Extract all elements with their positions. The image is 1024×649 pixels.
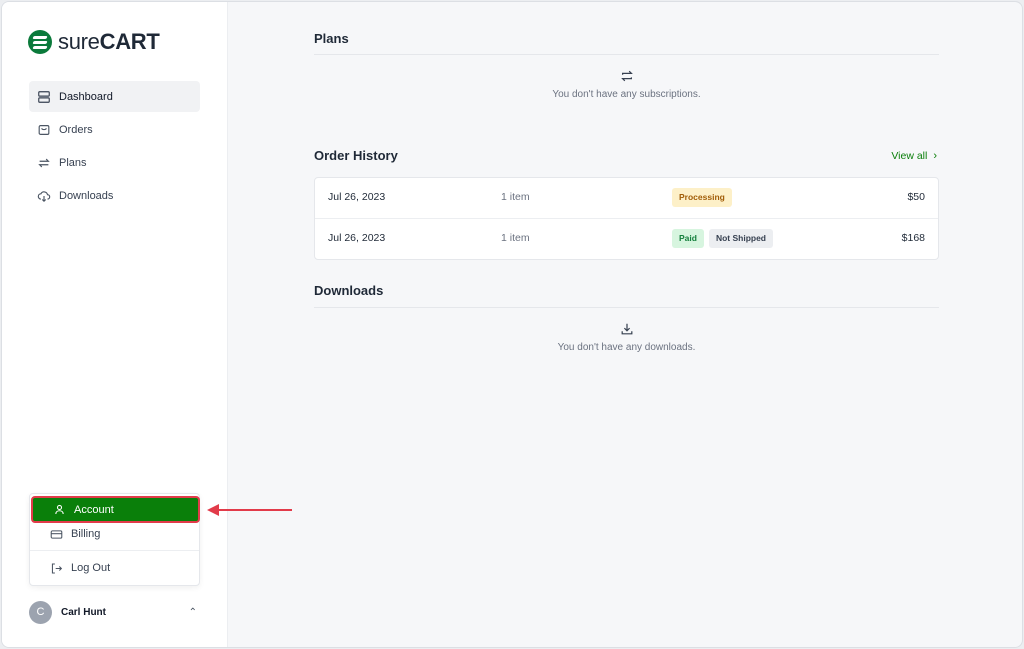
plans-empty-text: You don't have any subscriptions. [552,89,701,100]
downloads-title: Downloads [314,283,384,298]
sidebar-item-label: Orders [59,123,93,136]
annotation-arrow-icon [207,504,292,516]
download-icon [621,323,632,335]
order-items: 1 item [501,191,530,203]
order-amount: $168 [901,232,925,244]
order-badges: Paid Not Shipped [672,229,778,248]
table-row[interactable]: Jul 26, 2023 1 item Processing $50 [315,178,938,218]
order-history-title: Order History [314,148,398,163]
menu-item-label: Log Out [71,562,111,574]
cloud-download-icon [37,190,51,202]
logout-icon [51,563,63,573]
order-history-table: Jul 26, 2023 1 item Processing $50 Jul 2… [314,177,939,260]
sidebar-item-label: Downloads [59,189,114,202]
order-date: Jul 26, 2023 [328,191,386,203]
plans-empty-state: You don't have any subscriptions. [314,69,939,100]
status-badge: Not Shipped [708,229,774,248]
account-menu: Account Billing Log Out [29,493,200,586]
sidebar-item-label: Plans [59,156,87,169]
logo-text: sureCART [58,29,160,54]
sidebar-item-plans[interactable]: Plans [29,147,200,178]
divider [314,307,939,308]
logo-icon [28,30,52,54]
chevron-up-icon: ⌃ [188,606,197,618]
view-all-label: View all [891,150,928,162]
user-icon [55,504,64,515]
sidebar-nav: Dashboard Orders Plans Downloads [29,81,200,213]
sidebar-item-orders[interactable]: Orders [29,114,200,145]
status-badge: Paid [672,229,704,248]
status-badge: Processing [672,188,732,207]
menu-divider [30,550,199,551]
sidebar-item-downloads[interactable]: Downloads [29,180,200,211]
menu-item-account[interactable]: Account [31,496,200,523]
dashboard-icon [38,90,50,103]
app-frame: sureCART Dashboard Orders Plans Download… [1,1,1023,648]
menu-item-logout[interactable]: Log Out [30,554,199,582]
surecart-logo[interactable]: sureCART [28,29,160,55]
order-date: Jul 26, 2023 [328,232,386,244]
chevron-right-icon: › [933,150,937,162]
user-name: Carl Hunt [61,606,106,618]
credit-card-icon [50,529,63,539]
table-row[interactable]: Jul 26, 2023 1 item Paid Not Shipped $16… [315,218,938,258]
order-amount: $50 [907,191,925,203]
downloads-empty-text: You don't have any downloads. [557,342,696,353]
plans-title: Plans [314,31,349,46]
user-menu-toggle[interactable]: C Carl Hunt ⌃ [29,600,200,624]
menu-item-billing[interactable]: Billing [30,520,199,548]
avatar: C [29,600,52,624]
downloads-empty-state: You don't have any downloads. [314,322,939,353]
sidebar-item-label: Dashboard [59,90,113,103]
sidebar-item-dashboard[interactable]: Dashboard [29,81,200,112]
order-items: 1 item [501,232,530,244]
menu-item-label: Billing [71,528,101,540]
order-badges: Processing [672,188,737,207]
repeat-icon [38,158,50,167]
menu-item-label: Account [74,503,114,516]
divider [314,54,939,55]
shopping-bag-icon [38,124,50,135]
view-all-link[interactable]: View all › [891,150,937,162]
repeat-icon [620,70,633,82]
sidebar: sureCART Dashboard Orders Plans Download… [2,2,228,647]
